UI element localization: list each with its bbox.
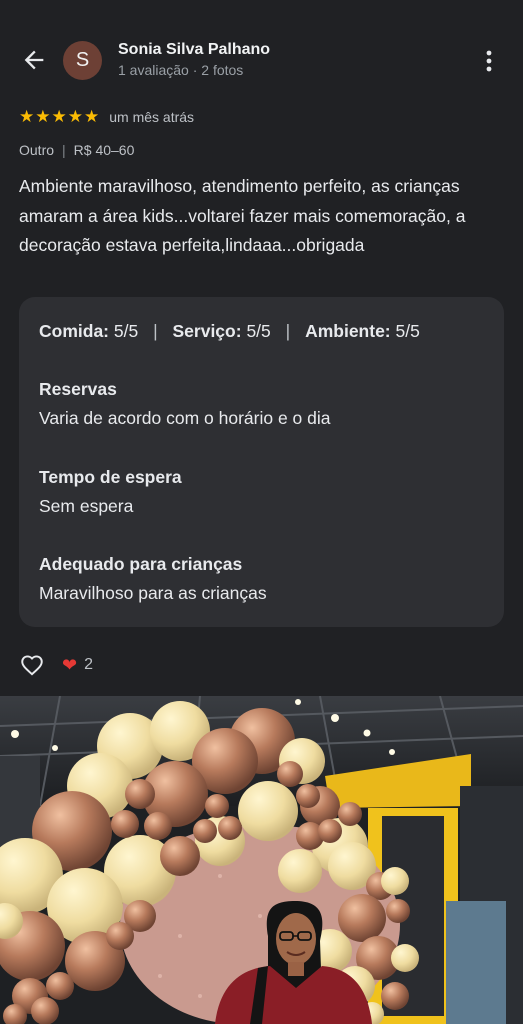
reaction-count: 2 bbox=[84, 656, 93, 673]
kids-value: Maravilhoso para as crianças bbox=[39, 583, 267, 603]
score-separator: | bbox=[153, 321, 158, 341]
score-summary: Comida: 5/5 | Serviço: 5/5 | Ambiente: 5… bbox=[39, 321, 420, 342]
more-vert-icon[interactable] bbox=[478, 48, 500, 74]
star-icon: ★ bbox=[84, 107, 100, 126]
heart-reaction[interactable]: ❤ 2 bbox=[62, 655, 93, 676]
price-tag: R$ 40–60 bbox=[73, 142, 135, 158]
food-label: Comida: bbox=[39, 321, 109, 341]
tag-separator: | bbox=[62, 142, 66, 158]
wait-value: Sem espera bbox=[39, 496, 134, 516]
like-heart-outline-icon[interactable] bbox=[19, 652, 45, 678]
star-icon: ★ bbox=[51, 107, 67, 126]
service-label: Serviço: bbox=[172, 321, 242, 341]
review-actions: ❤ 2 bbox=[19, 652, 93, 678]
balloon-arch-photo bbox=[0, 696, 523, 1024]
ambience-label: Ambiente: bbox=[305, 321, 391, 341]
avatar-initial: S bbox=[75, 49, 90, 71]
review-photo[interactable] bbox=[0, 696, 523, 1024]
food-score: 5/5 bbox=[113, 321, 139, 341]
avatar[interactable]: S bbox=[63, 41, 102, 80]
reservations-value: Varia de acordo com o horário e o dia bbox=[39, 408, 331, 428]
review-tags: Outro | R$ 40–60 bbox=[19, 142, 134, 158]
review-details-card: Comida: 5/5 | Serviço: 5/5 | Ambiente: 5… bbox=[19, 297, 504, 627]
reviewer-meta: 1 avaliação · 2 fotos bbox=[118, 62, 244, 78]
wait-title: Tempo de espera bbox=[39, 467, 182, 487]
star-rating: ★ ★ ★ ★ ★ bbox=[19, 108, 99, 126]
service-score: 5/5 bbox=[246, 321, 271, 341]
rating-row: ★ ★ ★ ★ ★ um mês atrás bbox=[19, 108, 194, 126]
review-header: S Sonia Silva Palhano 1 avaliação · 2 fo… bbox=[0, 0, 523, 120]
ambience-score: 5/5 bbox=[395, 321, 420, 341]
reservations-title: Reservas bbox=[39, 379, 117, 399]
reviewer-name[interactable]: Sonia Silva Palhano bbox=[118, 41, 270, 59]
back-arrow-icon[interactable] bbox=[20, 46, 48, 74]
review-text: Ambiente maravilhoso, atendimento perfei… bbox=[19, 176, 466, 255]
kids-title: Adequado para crianças bbox=[39, 554, 243, 574]
star-icon: ★ bbox=[35, 107, 51, 126]
score-separator: | bbox=[285, 321, 291, 341]
review-date: um mês atrás bbox=[109, 109, 195, 125]
heart-reaction-icon: ❤ bbox=[62, 654, 78, 675]
star-icon: ★ bbox=[67, 107, 83, 126]
category-tag: Outro bbox=[19, 142, 55, 158]
star-icon: ★ bbox=[19, 107, 35, 126]
